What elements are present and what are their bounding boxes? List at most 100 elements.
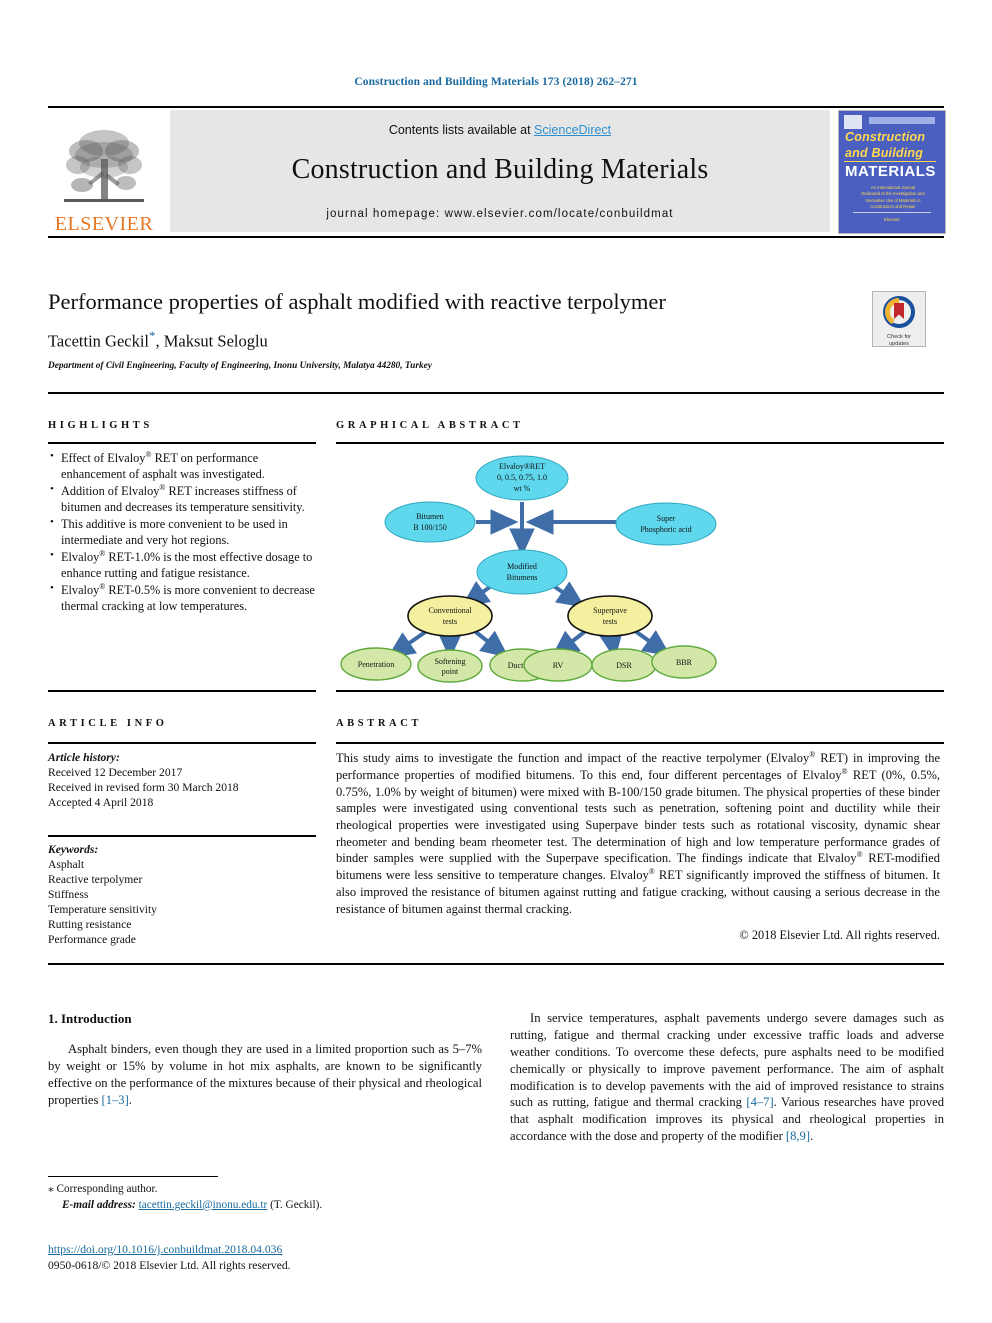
node-elvaloy: Elvaloy®RET 0, 0.5, 0.75, 1.0 wt % (475, 455, 569, 501)
node-penetration: Penetration (340, 647, 412, 681)
crossmark-label-line2: updates (889, 340, 909, 347)
article-history-accepted: Accepted 4 April 2018 (48, 796, 154, 810)
affiliation: Department of Civil Engineering, Faculty… (48, 360, 432, 371)
svg-text:tests: tests (443, 617, 457, 626)
highlights-rule (48, 442, 316, 444)
footnote-block: ⁎ Corresponding author. E-mail address: … (48, 1182, 482, 1213)
svg-text:wt %: wt % (514, 484, 531, 493)
author-list: Tacettin Geckil*, Maksut Seloglu (48, 328, 944, 352)
article-history: Article history: Received 12 December 20… (48, 750, 316, 810)
crossmark-label: Check for updates (873, 334, 925, 348)
node-superpave-tests: Superpave tests (567, 595, 653, 637)
svg-text:Penetration: Penetration (358, 660, 394, 669)
flow-diagram: Elvaloy®RET 0, 0.5, 0.75, 1.0 wt % Bitum… (340, 455, 717, 683)
svg-text:B 100/150: B 100/150 (413, 523, 447, 532)
journal-homepage[interactable]: journal homepage: www.elsevier.com/locat… (170, 208, 830, 220)
email-link[interactable]: tacettin.geckil@inonu.edu.tr (139, 1199, 268, 1211)
body-column-left: 1. Introduction Asphalt binders, even th… (48, 1010, 482, 1109)
crossmark-badge[interactable]: Check for updates (872, 291, 926, 347)
cover-title-line2: and Building (845, 146, 924, 160)
doi-link[interactable]: https://doi.org/10.1016/j.conbuildmat.20… (48, 1243, 282, 1256)
elsevier-wordmark: ELSEVIER (54, 213, 154, 235)
svg-text:Bitumens: Bitumens (507, 573, 538, 582)
citation-link[interactable]: [8,9] (786, 1129, 810, 1143)
issn-copyright: 0950-0618/© 2018 Elsevier Ltd. All right… (48, 1259, 291, 1273)
paper-page: Construction and Building Materials 173 … (0, 0, 992, 1323)
node-dsr: DSR (591, 648, 657, 682)
footnote-rule (48, 1176, 218, 1177)
svg-text:point: point (442, 667, 459, 676)
keyword-item: Asphalt (48, 858, 85, 872)
svg-text:Phosphoric acid: Phosphoric acid (640, 525, 691, 534)
article-history-received: Received 12 December 2017 (48, 766, 183, 780)
svg-text:BBR: BBR (676, 658, 693, 667)
elsevier-logo: ELSEVIER (48, 110, 160, 234)
corr-text: Corresponding author. (56, 1183, 158, 1195)
paragraph: Asphalt binders, even though they are us… (48, 1041, 482, 1109)
abstract-part-3: RET (0%, 0.5%, 0.75%, 1.0% by weight of … (336, 768, 940, 866)
cover-bar (869, 117, 935, 124)
article-history-revised: Received in revised form 30 March 2018 (48, 781, 239, 795)
node-bitumen: Bitumen B 100/150 (384, 501, 476, 543)
cover-title-line1: Construction (845, 130, 926, 144)
citation-link[interactable]: [1–3] (102, 1093, 129, 1107)
crossmark-icon (883, 296, 915, 328)
highlights-bottom-rule (48, 690, 316, 692)
paragraph-end: . (810, 1129, 814, 1144)
running-head: Construction and Building Materials 173 … (354, 76, 638, 88)
email-label: E-mail address: (62, 1198, 136, 1211)
svg-text:tests: tests (603, 617, 617, 626)
email-note: E-mail address: tacettin.geckil@inonu.ed… (48, 1198, 482, 1214)
svg-text:RV: RV (553, 661, 564, 670)
masthead-bottom-rule (48, 236, 944, 238)
node-modified-bitumens: Modified Bitumens (476, 549, 568, 595)
email-suffix: (T. Geckil). (267, 1198, 323, 1211)
node-conventional-tests: Conventional tests (407, 595, 493, 637)
abstract-text: This study aims to investigate the funct… (336, 750, 941, 916)
body-column-right: In service temperatures, asphalt pavemen… (510, 1010, 944, 1145)
article-history-label: Article history: (48, 751, 120, 764)
section-heading-introduction: 1. Introduction (48, 1011, 132, 1026)
cover-footer: Elsevier (883, 217, 900, 222)
node-bbr: BBR (651, 645, 717, 679)
cover-publisher-badge (844, 115, 862, 129)
list-item: Addition of Elvaloy® RET increases stiff… (50, 482, 320, 516)
keywords-rule (48, 835, 316, 837)
page-title: Performance properties of asphalt modifi… (48, 289, 666, 314)
author-secondary: , Maksut Seloglu (155, 331, 268, 351)
node-super-phosphoric-acid: Super Phosphoric acid (615, 502, 717, 546)
svg-text:Softening: Softening (434, 657, 465, 666)
graphical-abstract-figure: Elvaloy®RET 0, 0.5, 0.75, 1.0 wt % Bitum… (336, 450, 944, 686)
contents-prefix: Contents lists available at (388, 123, 535, 137)
paragraph-end: . (128, 1093, 132, 1108)
abstract-block-top-rule (48, 392, 944, 394)
graphical-abstract-heading: GRAPHICAL ABSTRACT (336, 420, 524, 431)
keywords-list: Keywords: Asphalt Reactive terpolymer St… (48, 842, 316, 947)
list-item: Elvaloy® RET-0.5% is more convenient to … (50, 581, 320, 615)
svg-text:Elvaloy®RET: Elvaloy®RET (499, 462, 545, 471)
svg-text:Super: Super (657, 514, 676, 523)
cover-underline (844, 161, 936, 162)
corr-symbol: ⁎ (48, 1183, 54, 1195)
citation-link[interactable]: [4–7] (746, 1095, 773, 1109)
sciencedirect-link[interactable]: ScienceDirect (534, 123, 611, 137)
node-softening-point: Softening point (417, 649, 483, 683)
abstract-copyright: © 2018 Elsevier Ltd. All rights reserved… (739, 928, 940, 942)
keyword-item: Temperature sensitivity (48, 903, 157, 917)
cover-blurb: An International Journal Dedicated to th… (861, 185, 925, 209)
author-primary: Tacettin Geckil (48, 331, 150, 351)
svg-text:Superpave: Superpave (593, 606, 627, 615)
keyword-item: Stiffness (48, 888, 89, 902)
article-info-rule (48, 742, 316, 744)
abstract-rule (336, 742, 944, 744)
paragraph: In service temperatures, asphalt pavemen… (510, 1010, 944, 1145)
doi-block: https://doi.org/10.1016/j.conbuildmat.20… (48, 1242, 548, 1275)
list-item: Elvaloy® RET-1.0% is the most effective … (50, 548, 320, 582)
svg-text:Bitumen: Bitumen (416, 512, 444, 521)
graphical-abstract-rule (336, 442, 944, 444)
elsevier-tree-icon (64, 130, 144, 202)
journal-title: Construction and Building Materials (291, 154, 709, 185)
title-block: Performance properties of asphalt modifi… (48, 288, 944, 371)
abstract-block-bottom-rule (48, 963, 944, 965)
keyword-item: Performance grade (48, 933, 136, 947)
